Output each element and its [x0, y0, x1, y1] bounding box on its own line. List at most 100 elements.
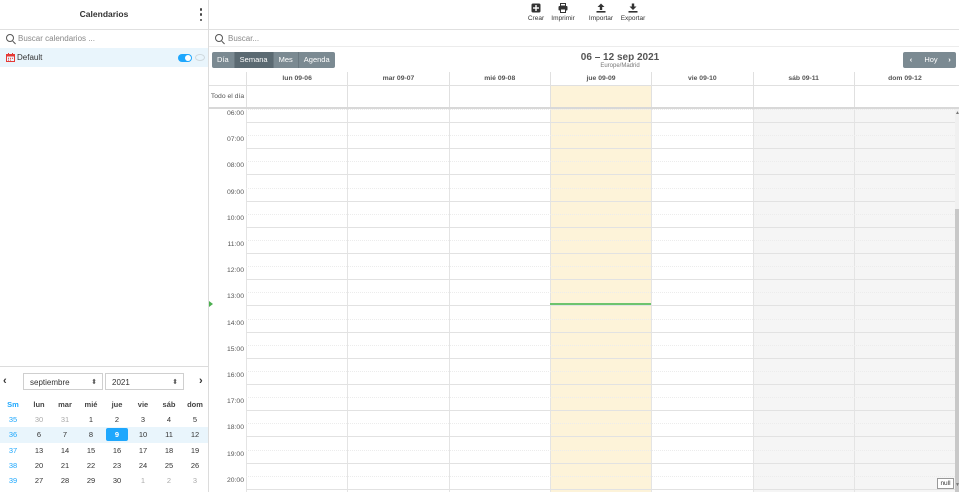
mini-day[interactable]: 5 [182, 412, 208, 427]
mini-day[interactable]: 30 [26, 412, 52, 427]
mini-weekday-header: Sm lun mar mié jue vie sáb dom [0, 397, 208, 412]
day-column[interactable] [246, 109, 347, 492]
view-week-button[interactable]: Semana [234, 52, 274, 68]
calendar-search-input[interactable] [18, 32, 203, 45]
mini-day[interactable]: 12 [182, 427, 208, 442]
day-column-header[interactable]: mié 09-08 [448, 72, 550, 86]
day-column-header[interactable]: sáb 09-11 [752, 72, 854, 86]
date-navigation: ‹ Hoy › [903, 52, 956, 68]
mini-day[interactable]: 29 [78, 473, 104, 488]
mini-week-row: 35 30 31 1 2 3 4 5 [0, 412, 208, 427]
calendar-list-item[interactable]: Default [0, 48, 208, 67]
year-select[interactable]: 2021 ⬍ [105, 373, 184, 390]
mini-day[interactable]: 14 [52, 443, 78, 458]
all-day-cell[interactable] [448, 86, 550, 107]
hour-gridline [246, 148, 959, 150]
mini-day[interactable]: 24 [130, 458, 156, 473]
week-number[interactable]: 37 [0, 443, 26, 458]
week-number[interactable]: 38 [0, 458, 26, 473]
mini-day[interactable]: 1 [130, 473, 156, 488]
week-number[interactable]: 36 [0, 427, 26, 442]
scrollbar-thumb[interactable] [955, 209, 959, 492]
chevron-left-icon[interactable]: ‹ [903, 52, 919, 68]
day-column[interactable] [448, 109, 550, 492]
mini-day[interactable]: 4 [156, 412, 182, 427]
mini-day[interactable]: 3 [130, 412, 156, 427]
mini-day-today[interactable]: 9 [104, 427, 130, 442]
all-day-cell[interactable] [651, 86, 752, 107]
mini-day[interactable]: 31 [52, 412, 78, 427]
hour-label: 20:00 [226, 476, 244, 484]
export-button[interactable]: Exportar [619, 3, 647, 22]
mini-day[interactable]: 1 [78, 412, 104, 427]
hour-gridline [246, 200, 959, 202]
eye-icon[interactable] [195, 54, 205, 61]
vertical-scrollbar[interactable] [955, 109, 959, 492]
day-column[interactable] [651, 109, 752, 492]
month-value: septiembre [30, 378, 70, 387]
hour-gridline [246, 174, 959, 176]
mini-day[interactable]: 16 [104, 443, 130, 458]
mini-day[interactable]: 13 [26, 443, 52, 458]
all-day-cell[interactable] [752, 86, 854, 107]
more-options-icon[interactable] [198, 8, 204, 21]
mini-day[interactable]: 11 [156, 427, 182, 442]
mini-day[interactable]: 6 [26, 427, 52, 442]
mini-day[interactable]: 20 [26, 458, 52, 473]
day-column-header[interactable]: vie 09-10 [651, 72, 752, 86]
calendar-visibility-toggle[interactable] [178, 54, 192, 62]
event-search-input[interactable] [228, 32, 628, 45]
mini-day[interactable]: 8 [78, 427, 104, 442]
today-button[interactable]: Hoy [919, 52, 943, 68]
view-month-button[interactable]: Mes [273, 52, 299, 68]
import-button[interactable]: Importar [587, 3, 615, 22]
mini-day[interactable]: 23 [104, 458, 130, 473]
mini-day[interactable]: 19 [182, 443, 208, 458]
mini-day[interactable]: 2 [104, 412, 130, 427]
day-column-header[interactable]: lun 09-06 [246, 72, 347, 86]
all-day-cell[interactable] [853, 86, 955, 107]
day-column[interactable] [752, 109, 854, 492]
half-hour-gridline [246, 187, 959, 189]
scroll-down-arrow-icon[interactable]: ▼ [955, 482, 959, 488]
day-column[interactable] [549, 109, 652, 492]
day-column-header[interactable]: dom 09-12 [853, 72, 955, 86]
mini-day[interactable]: 27 [26, 473, 52, 488]
hour-gridline [246, 331, 959, 333]
all-day-cell[interactable] [246, 86, 347, 107]
mini-day[interactable]: 30 [104, 473, 130, 488]
mini-day[interactable]: 10 [130, 427, 156, 442]
half-hour-gridline [246, 266, 959, 268]
all-day-cell[interactable] [549, 86, 652, 107]
chevron-right-icon[interactable]: › [943, 52, 956, 68]
week-number[interactable]: 35 [0, 412, 26, 427]
hour-gridline [246, 410, 959, 412]
view-agenda-button[interactable]: Agenda [298, 52, 335, 68]
print-button[interactable]: Imprimir [549, 3, 577, 22]
mini-day[interactable]: 7 [52, 427, 78, 442]
day-column-header[interactable]: jue 09-09 [549, 72, 651, 86]
mini-day[interactable]: 2 [156, 473, 182, 488]
mini-day[interactable]: 26 [182, 458, 208, 473]
day-column-header[interactable]: mar 09-07 [347, 72, 448, 86]
chevron-right-icon[interactable]: › [199, 376, 207, 387]
mini-day[interactable]: 22 [78, 458, 104, 473]
mini-day[interactable]: 17 [130, 443, 156, 458]
mini-day[interactable]: 3 [182, 473, 208, 488]
week-number[interactable]: 39 [0, 473, 26, 488]
day-column[interactable] [853, 109, 956, 492]
view-day-button[interactable]: Día [212, 52, 235, 68]
month-select[interactable]: septiembre ⬍ [23, 373, 103, 390]
scroll-up-arrow-icon[interactable]: ▲ [955, 110, 959, 116]
mini-day[interactable]: 18 [156, 443, 182, 458]
mini-day[interactable]: 21 [52, 458, 78, 473]
day-column[interactable] [347, 109, 448, 492]
mini-day[interactable]: 15 [78, 443, 104, 458]
chevron-left-icon[interactable]: ‹ [3, 376, 11, 387]
all-day-cell[interactable] [347, 86, 448, 107]
hour-gridline [246, 357, 959, 359]
create-button[interactable]: Crear [525, 3, 547, 22]
half-hour-gridline [246, 109, 959, 110]
mini-day[interactable]: 28 [52, 473, 78, 488]
mini-day[interactable]: 25 [156, 458, 182, 473]
